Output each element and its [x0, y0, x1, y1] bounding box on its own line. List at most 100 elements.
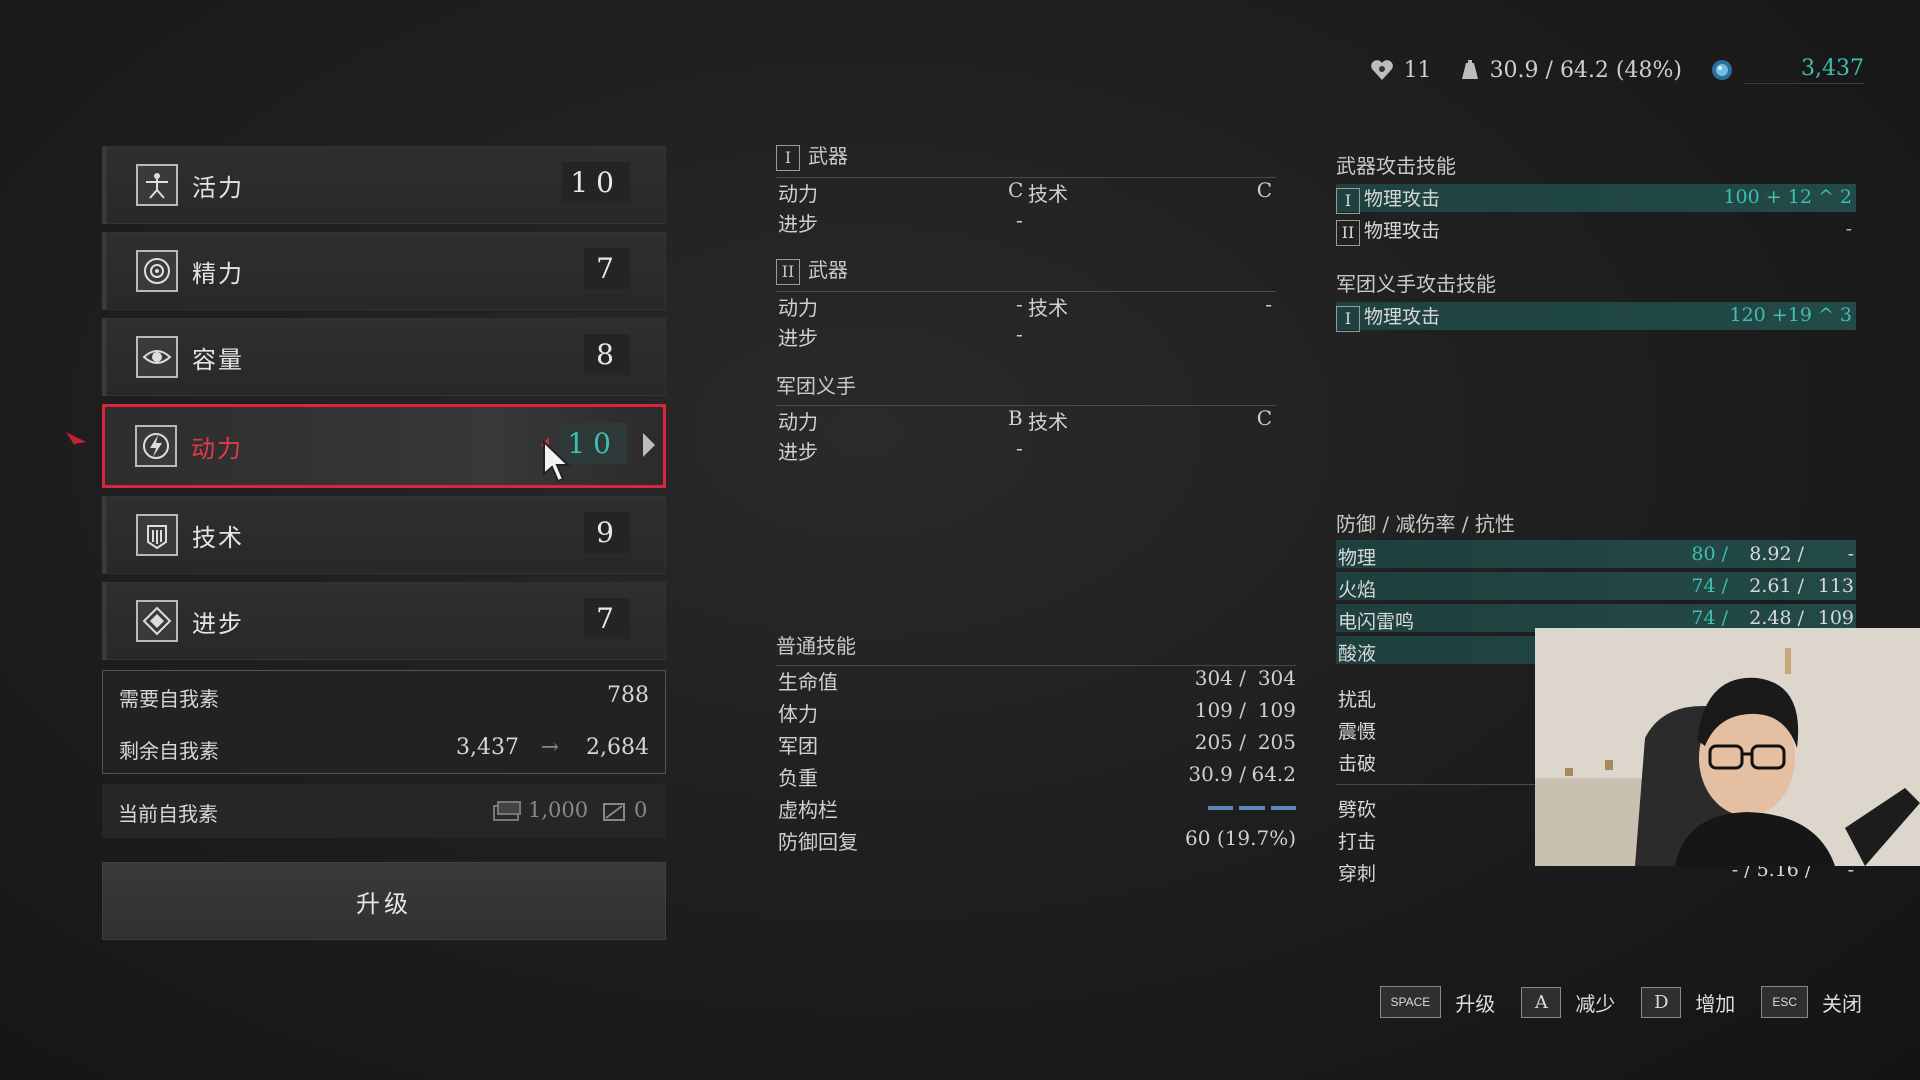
attribute-value: 7: [584, 248, 630, 289]
tech-grade: C: [1256, 178, 1272, 202]
weapon1-title: 武器: [808, 144, 848, 168]
legion-header: 军团义手: [776, 370, 1276, 406]
space-key[interactable]: SPACE: [1379, 986, 1442, 1018]
roman-numeral-badge: II: [1336, 219, 1360, 246]
attribute-name: 进步: [192, 610, 244, 638]
phys-label: 劈砍: [1338, 799, 1377, 821]
attribute-name: 精力: [192, 260, 244, 288]
current-ego-label: 当前自我素: [118, 802, 218, 826]
ego-indicator: 3,437: [1710, 56, 1864, 84]
stat-label: 生命值: [778, 670, 838, 694]
defense-label: 火焰: [1338, 579, 1377, 601]
top-status-bar: 11 30.9 / 64.2 (48%) 3,437: [1370, 52, 1864, 88]
remaining-ego-label: 剩余自我素: [119, 739, 219, 763]
capacity-eye-icon: [136, 336, 178, 378]
defense-header: 防御 / 减伤率 / 抗性: [1336, 508, 1856, 544]
attribute-row-advance[interactable]: 进步 7: [102, 582, 666, 660]
attribute-value: 8: [584, 334, 630, 375]
stat-current: 304 /: [1194, 666, 1246, 690]
weapon-attack-row-1: I 物理攻击 100 + 12 ^ 2: [1336, 184, 1856, 214]
resist-value: 113: [1817, 575, 1854, 597]
a-key[interactable]: A: [1521, 986, 1562, 1018]
stat-label: 进步: [778, 440, 818, 464]
current-ergo-value: 1,000: [528, 798, 589, 822]
attribute-name: 技术: [192, 524, 244, 552]
heart-level-icon: [1370, 60, 1393, 80]
tech-label: 技术: [1028, 410, 1068, 434]
stat-max: 205: [1257, 730, 1296, 754]
stat-label: 动力: [778, 410, 818, 434]
level-indicator: 11: [1370, 58, 1432, 83]
roman-numeral-badge: I: [776, 144, 800, 171]
stat-grade: B: [1008, 406, 1023, 430]
stat-grade: -: [1016, 322, 1023, 346]
tech-grade: C: [1256, 406, 1272, 430]
general-row-slots: 虚构栏: [778, 794, 1296, 822]
stat-max: 109: [1257, 698, 1296, 722]
weapon-attack-row-2: II 物理攻击 -: [1336, 216, 1856, 246]
stat-grade: C: [1008, 178, 1024, 202]
upgrade-button[interactable]: 升级: [102, 862, 666, 940]
attribute-name: 活力: [192, 174, 244, 202]
ego-value: 3,437: [1744, 56, 1864, 84]
general-row-stamina: 体力 109 / 109: [778, 698, 1296, 726]
attribute-row-motivity[interactable]: 动力 10: [102, 404, 666, 488]
attack-label: 物理攻击: [1364, 188, 1441, 210]
stat-label: 动力: [778, 182, 818, 206]
slot-bars: [1208, 806, 1296, 810]
weight-icon: [1461, 60, 1478, 79]
d-key[interactable]: D: [1641, 986, 1682, 1018]
general-row-guard-regain: 防御回复 60 (19.7%): [778, 826, 1296, 854]
defense-label: 物理: [1338, 547, 1377, 569]
stat-label: 负重: [778, 766, 818, 790]
attribute-row-technique[interactable]: 技术 9: [102, 496, 666, 574]
hotkey-label-close: 关闭: [1822, 991, 1862, 1016]
phys-label: 穿刺: [1338, 863, 1377, 885]
mouse-cursor-icon: [543, 440, 571, 483]
general-row-weight: 负重 30.9 / 64.2: [778, 762, 1296, 790]
stat-label: 体力: [778, 702, 818, 726]
stat-label: 军团: [778, 734, 818, 758]
hotkey-label-upgrade: 升级: [1455, 991, 1496, 1016]
roman-numeral-badge: II: [776, 258, 800, 285]
legion-attack-row-1: I 物理攻击 120 +19 ^ 3: [1336, 302, 1856, 332]
attack-label: 物理攻击: [1364, 220, 1441, 242]
stat-label: 进步: [778, 212, 818, 236]
attribute-row-vitality[interactable]: 活力 10: [102, 146, 666, 224]
defense-value: 80 /: [1691, 543, 1728, 565]
weapon2-advance-row: 进步 -: [778, 322, 1272, 350]
webcam-overlay: [1535, 628, 1920, 866]
weapon1-header: I 武器: [776, 140, 1276, 178]
stat-label: 防御回复: [778, 830, 858, 854]
esc-key[interactable]: ESC: [1761, 986, 1808, 1018]
current-ego-panel: 当前自我素 1,000 0: [102, 784, 666, 838]
phys-label: 打击: [1338, 831, 1377, 853]
weight-value: 30.9 / 64.2 (48%): [1489, 57, 1682, 83]
resist-value: -: [1847, 543, 1854, 565]
attribute-name: 动力: [191, 435, 243, 463]
defense-label: 酸液: [1338, 643, 1377, 665]
roman-numeral-badge: I: [1336, 305, 1360, 332]
weapon1-scaling-row: 动力 C 技术 C: [778, 178, 1272, 206]
defense-value: 74 /: [1691, 575, 1728, 597]
defense-label: 电闪雷鸣: [1338, 611, 1415, 633]
resist-label: 扰乱: [1338, 689, 1377, 711]
attribute-row-capacity[interactable]: 容量 8: [102, 318, 666, 396]
stat-current: 30.9 /: [1188, 762, 1246, 786]
stat-current: 109 /: [1194, 698, 1246, 722]
selection-marker-icon: [66, 432, 86, 454]
hotkey-label-increase: 增加: [1695, 991, 1736, 1016]
resist-label: 击破: [1338, 753, 1377, 775]
technique-fist-icon: [136, 514, 178, 556]
level-value: 11: [1403, 57, 1432, 83]
ergo-stack-icon: [493, 801, 521, 821]
attribute-value: 9: [584, 512, 630, 553]
current-item-value: 0: [634, 798, 648, 822]
remaining-ego-to: 2,684: [586, 735, 649, 760]
increase-arrow[interactable]: [643, 433, 655, 457]
weapon-attack-header: 武器攻击技能: [1336, 150, 1856, 186]
attribute-row-energy[interactable]: 精力 7: [102, 232, 666, 310]
stat-grade: -: [1016, 436, 1023, 460]
required-ego-value: 788: [607, 683, 649, 708]
weapon2-header: II 武器: [776, 254, 1276, 292]
